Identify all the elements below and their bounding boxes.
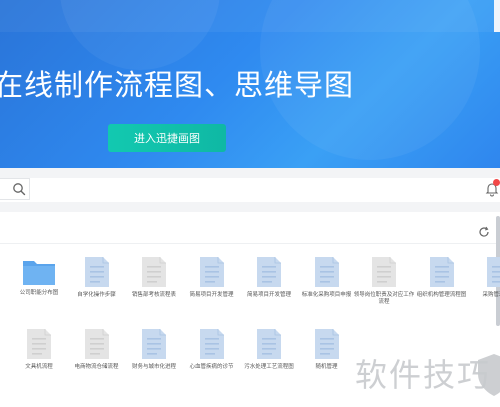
- file-tile-label: 销售部考核流程表: [131, 292, 176, 298]
- folder-icon: [23, 261, 55, 285]
- file-icon: [314, 329, 339, 359]
- banner-decoration: [60, 0, 220, 70]
- notification-badge: [493, 179, 500, 186]
- file-tile-label: 组织机构管理流程图: [416, 292, 467, 298]
- file-tile[interactable]: 自学化操作步骤: [66, 256, 128, 299]
- file-tile-label: 采购管理流程: [482, 292, 500, 298]
- banner-title: 在线制作流程图、思维导图: [0, 68, 355, 102]
- file-icon: [257, 257, 281, 287]
- refresh-icon[interactable]: [478, 226, 490, 238]
- file-icon: [372, 257, 396, 287]
- file-icon: [84, 329, 109, 359]
- file-icon: [487, 257, 500, 287]
- file-toolbar: [0, 216, 496, 244]
- file-icon: [142, 329, 166, 359]
- file-tile[interactable]: 财务与城市化进程: [123, 328, 185, 371]
- file-tile-label: 电商物流仓储流程: [74, 364, 119, 370]
- file-icon: [314, 257, 339, 287]
- file-tile[interactable]: 公司职能分布图: [8, 256, 70, 297]
- file-icon: [27, 329, 51, 359]
- file-tile-label: 自学化操作步骤: [77, 292, 116, 298]
- search-bar-row: [0, 178, 500, 202]
- file-tile[interactable]: 采购管理流程: [468, 256, 500, 299]
- file-icon: [199, 329, 224, 359]
- file-icon: [257, 329, 281, 359]
- file-tile-label: 标准化采购项目申报: [301, 292, 352, 298]
- file-tile-label: 心血管疾病的诊节: [189, 364, 234, 370]
- banner-edge: [494, 0, 500, 32]
- watermark-logo-icon: [478, 354, 500, 396]
- page: 在线制作流程图、思维导图 进入迅捷画图 公司职能分布图 自学化操作步骤 销售部考核流…: [0, 0, 500, 407]
- file-tile-label: 污水处理工艺流程图: [244, 364, 294, 370]
- file-icon: [142, 257, 166, 287]
- file-icon: [84, 257, 109, 287]
- file-icon: [199, 257, 224, 287]
- file-tile-label: 简易项目开发管理: [189, 292, 234, 298]
- file-tile[interactable]: 标准化采购项目申报: [296, 256, 358, 299]
- file-tile[interactable]: 简易项目开发管理: [238, 256, 300, 299]
- search-icon[interactable]: [12, 182, 26, 196]
- enter-editor-button[interactable]: 进入迅捷画图: [108, 124, 226, 152]
- file-tile[interactable]: 电商物流仓储流程: [66, 328, 128, 371]
- file-tile-label: 财务与城市化进程: [131, 364, 176, 370]
- file-tile[interactable]: 简易项目开发管理: [181, 256, 243, 299]
- file-icon: [429, 257, 454, 287]
- watermark-text: 软件技巧: [355, 356, 492, 394]
- file-tile-label: 文具机流程: [25, 364, 53, 370]
- file-tile-label: 随机管理: [315, 364, 338, 370]
- file-tile[interactable]: 文具机流程: [8, 328, 70, 371]
- file-tile-label: 公司职能分布图: [19, 290, 59, 296]
- file-tile-label: 简易项目开发管理: [246, 292, 291, 298]
- file-tile[interactable]: 随机管理: [296, 328, 358, 371]
- file-tile-label: 领导岗位职责及对应工作流程: [353, 292, 415, 305]
- file-tile[interactable]: 领导岗位职责及对应工作流程: [353, 256, 415, 306]
- file-tile[interactable]: 心血管疾病的诊节: [181, 328, 243, 371]
- file-tile[interactable]: 组织机构管理流程图: [411, 256, 473, 299]
- file-tile[interactable]: 污水处理工艺流程图: [238, 328, 300, 371]
- file-tile[interactable]: 销售部考核流程表: [123, 256, 185, 299]
- hero-banner: 在线制作流程图、思维导图 进入迅捷画图: [0, 0, 500, 168]
